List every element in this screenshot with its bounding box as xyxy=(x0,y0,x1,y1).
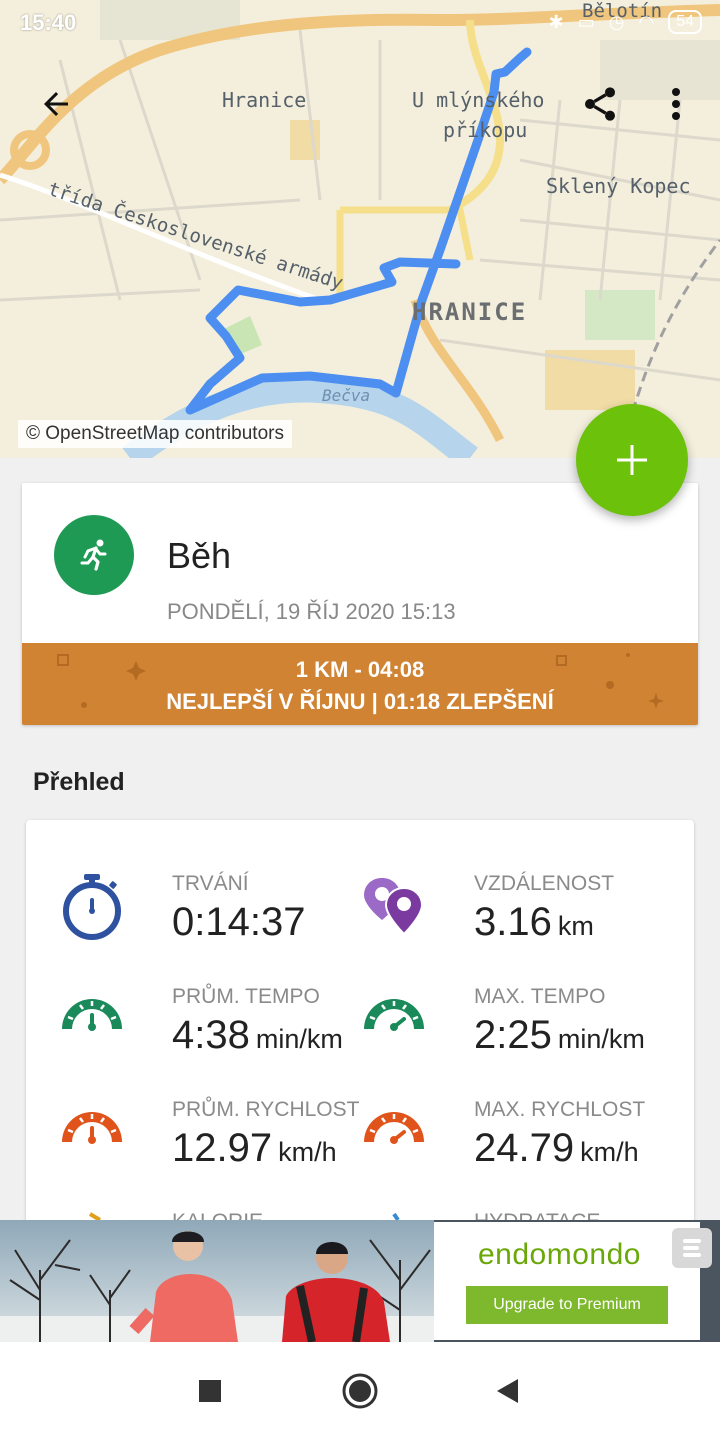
stat-avg-pace: PRŮM. TEMPO 4:38 min/km xyxy=(60,985,360,1085)
stat-unit: km/h xyxy=(580,1137,639,1167)
stat-value: 12.97 km/h xyxy=(172,1126,337,1171)
stat-avg-speed: PRŮM. RYCHLOST 12.97 km/h xyxy=(60,1098,360,1198)
map-label-mlynskeho: U mlýnského xyxy=(412,88,545,112)
more-vert-icon xyxy=(672,88,680,120)
map-label-prikopu: příkopu xyxy=(443,118,528,142)
stat-value: 4:38 min/km xyxy=(172,1013,343,1058)
workout-summary-card: Běh PONDĚLÍ, 19 ŘÍJ 2020 15:13 1 KM - 04… xyxy=(22,483,698,725)
stat-number: 0:14:37 xyxy=(172,900,306,944)
back-button[interactable] xyxy=(28,76,84,132)
map-label-town: HRANICE xyxy=(412,298,528,326)
overview-stats-card: TRVÁNÍ 0:14:37 VZDÁLENOST 3.16 km PRŮM. … xyxy=(26,820,694,1240)
stat-distance: VZDÁLENOST 3.16 km xyxy=(362,872,662,972)
personal-record-banner[interactable]: 1 KM - 04:08 NEJLEPŠÍ V ŘÍJNU | 01:18 ZL… xyxy=(22,643,698,725)
record-title: 1 KM - 04:08 xyxy=(295,657,425,682)
osm-attribution[interactable]: © OpenStreetMap contributors xyxy=(18,420,292,448)
stat-value: 24.79 km/h xyxy=(474,1126,639,1171)
stat-max-speed: MAX. RYCHLOST 24.79 km/h xyxy=(362,1098,662,1198)
wifi-icon: ◠ xyxy=(638,11,655,32)
record-subtitle: NEJLEPŠÍ V ŘÍJNU | 01:18 ZLEPŠENÍ xyxy=(166,689,554,714)
status-icons: ✱ ▭ ◷ ◠ 54 xyxy=(549,10,702,34)
stat-unit: min/km xyxy=(255,1024,343,1054)
stat-value: 3.16 km xyxy=(474,900,594,945)
stat-label: PRŮM. TEMPO xyxy=(172,985,320,1008)
arrow-back-icon xyxy=(44,92,68,116)
battery-indicator: 54 xyxy=(668,10,702,34)
stat-label: TRVÁNÍ xyxy=(172,872,249,895)
stat-label: PRŮM. RYCHLOST xyxy=(172,1098,360,1121)
square-icon xyxy=(199,1380,221,1402)
share-button[interactable] xyxy=(572,76,628,132)
stat-value: 2:25 min/km xyxy=(474,1013,645,1058)
more-options-button[interactable] xyxy=(648,76,704,132)
route-map[interactable]: Hranice U mlýnského příkopu Sklený Kopec… xyxy=(0,0,720,458)
upgrade-premium-button[interactable]: Upgrade to Premium xyxy=(466,1286,668,1324)
stat-number: 24.79 xyxy=(474,1126,575,1170)
ad-banner[interactable]: endomondo Upgrade to Premium xyxy=(0,1220,720,1342)
triangle-back-icon xyxy=(497,1379,518,1403)
speed-gauge-icon xyxy=(62,1112,122,1144)
recents-button[interactable] xyxy=(185,1366,235,1416)
stat-label: MAX. TEMPO xyxy=(474,985,606,1008)
system-nav-bar xyxy=(0,1342,720,1440)
ad-content: endomondo Upgrade to Premium xyxy=(434,1222,700,1340)
stat-max-pace: MAX. TEMPO 2:25 min/km xyxy=(362,985,662,1085)
speed-gauge-icon xyxy=(364,1112,424,1144)
ad-choices-icon xyxy=(683,1239,701,1257)
add-button[interactable] xyxy=(576,404,688,516)
endomondo-logo: endomondo xyxy=(478,1238,641,1271)
status-bar: 15:40 ✱ ▭ ◷ ◠ 54 xyxy=(0,0,720,48)
map-label-hranice-area: Hranice xyxy=(222,88,307,112)
share-icon xyxy=(585,87,615,121)
map-label-skleny-kopec: Sklený Kopec xyxy=(546,174,691,198)
running-icon xyxy=(80,539,107,571)
location-pins-icon xyxy=(364,878,424,936)
stat-label: MAX. RYCHLOST xyxy=(474,1098,646,1121)
stat-number: 3.16 xyxy=(474,900,552,944)
status-time: 15:40 xyxy=(20,10,77,35)
stat-number: 2:25 xyxy=(474,1013,552,1057)
bluetooth-icon: ✱ xyxy=(548,11,564,32)
plus-icon xyxy=(617,445,647,475)
stat-unit: min/km xyxy=(557,1024,645,1054)
stat-label: VZDÁLENOST xyxy=(474,872,615,895)
map-label-river: Bečva xyxy=(322,386,371,405)
home-button[interactable] xyxy=(335,1366,385,1416)
stat-number: 12.97 xyxy=(172,1126,273,1170)
stat-unit: km xyxy=(557,911,594,941)
app-screen: Hranice U mlýnského příkopu Sklený Kopec… xyxy=(0,0,720,1440)
stat-number: 4:38 xyxy=(172,1013,250,1057)
sport-badge xyxy=(54,515,134,595)
sport-name: Běh xyxy=(167,535,232,576)
ad-photo xyxy=(0,1220,434,1342)
overview-title: Přehled xyxy=(33,768,125,796)
circle-icon xyxy=(342,1373,378,1409)
pace-gauge-icon xyxy=(62,999,122,1031)
alarm-icon: ◷ xyxy=(608,11,625,32)
ad-badge[interactable] xyxy=(672,1228,712,1268)
stat-duration: TRVÁNÍ 0:14:37 xyxy=(60,872,360,972)
workout-date: PONDĚLÍ, 19 ŘÍJ 2020 15:13 xyxy=(167,599,456,624)
pace-gauge-icon xyxy=(364,999,424,1031)
stat-unit: km/h xyxy=(278,1137,337,1167)
stat-value: 0:14:37 xyxy=(172,900,311,945)
vibrate-icon: ▭ xyxy=(577,11,595,32)
stopwatch-icon xyxy=(63,874,121,940)
back-nav-button[interactable] xyxy=(482,1366,532,1416)
